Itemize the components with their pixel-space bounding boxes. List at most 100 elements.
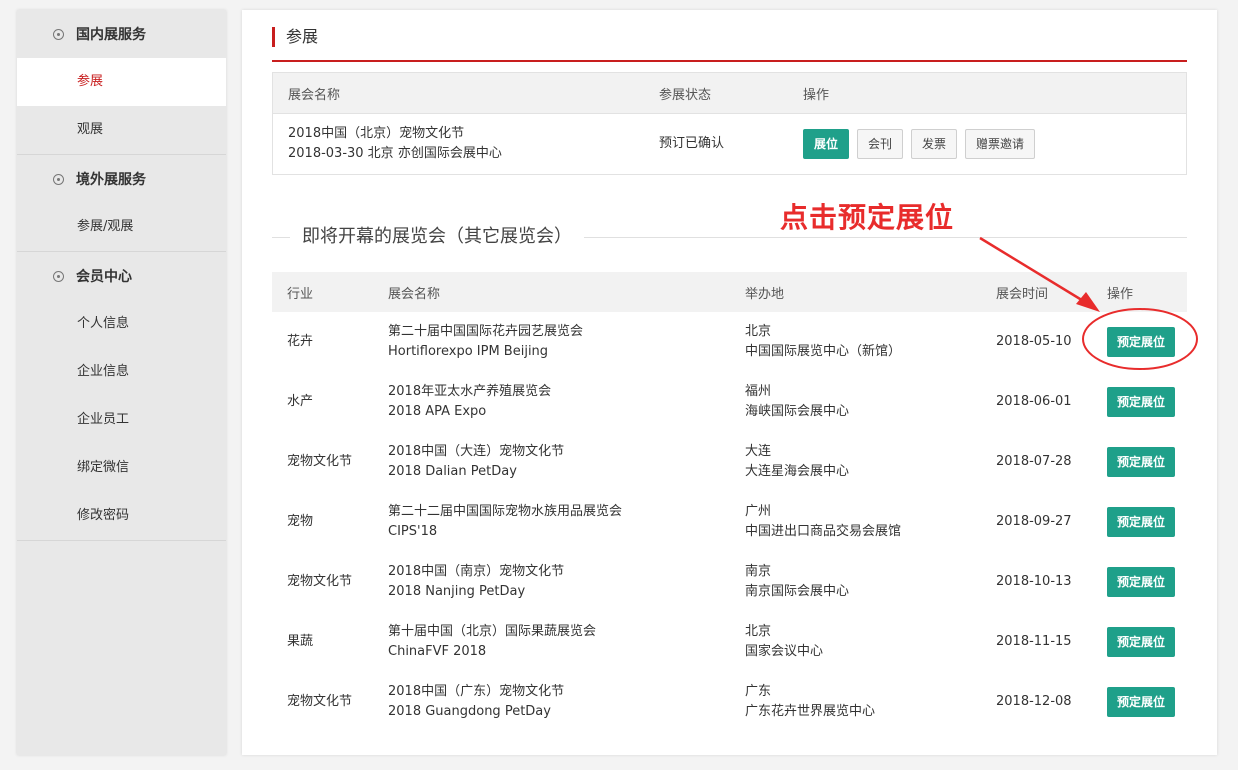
sidebar-item-visit[interactable]: 观展 [17,106,226,154]
venue: 海峡国际会展中心 [745,404,850,419]
catalog-button[interactable]: 会刊 [857,129,904,159]
action-cell: 预定展位 [1092,312,1187,372]
location-cell: 北京 国家会议中心 [730,612,981,672]
exhibit-name-cell: 2018中国（北京）宠物文化节 2018-03-30 北京 亦创国际会展中心 [272,113,644,175]
book-booth-button[interactable]: 预定展位 [1107,507,1175,537]
sidebar-item-overseas-exhibit[interactable]: 参展/观展 [17,203,226,251]
industry-cell: 果蔬 [287,634,314,649]
exhibit-date-location: 2018-03-30 北京 亦创国际会展中心 [288,146,502,161]
exhibition-name-cn: 2018中国（大连）宠物文化节 [388,444,565,459]
exhibition-name-cell: 2018中国（南京）宠物文化节 2018 Nanjing PetDay [373,552,730,612]
invoice-button[interactable]: 发票 [911,129,958,159]
table-row: 果蔬 第十届中国（北京）国际果蔬展览会 ChinaFVF 2018 北京 国家会议中心 2… [272,612,1187,672]
exhibition-name-cell: 2018中国（广东）宠物文化节 2018 Guangdong PetDay [373,672,730,732]
sidebar-head-label: 境外展服务 [76,172,146,188]
exhibition-name-en: CIPS'18 [388,524,438,539]
upcoming-title-text: 即将开幕的展览会（其它展览会） [290,226,584,248]
table-row: 2018中国（北京）宠物文化节 2018-03-30 北京 亦创国际会展中心 预… [272,113,1187,175]
sidebar-head-overseas[interactable]: 境外展服务 [17,155,226,203]
col-header-actions: 操作 [788,72,1187,114]
table-header-row: 展会名称 参展状态 操作 [272,72,1187,114]
my-exhibits-table: 展会名称 参展状态 操作 2018中国（北京）宠物文化节 2018-03-30 … [272,72,1187,175]
exhibition-name-en: 2018 Nanjing PetDay [388,584,526,599]
exhibition-name-cell: 第二十二届中国国际宠物水族用品展览会 CIPS'18 [373,492,730,552]
location-cell: 福州海峡国际会展中心 [730,372,981,432]
exhibition-name-en: 2018 Guangdong PetDay [388,704,551,719]
circle-dot-icon [53,28,64,40]
col-header-name: 展会名称 [373,272,730,312]
city: 南京 [745,564,772,579]
book-booth-button[interactable]: 预定展位 [1107,567,1175,597]
exhibition-name-cn: 2018中国（南京）宠物文化节 [388,564,565,579]
location-cell: 南京 南京国际会展中心 [730,552,981,612]
venue: 中国进出口商品交易会展馆 [745,524,902,539]
exhibition-name-cn: 第十届中国（北京）国际果蔬展览会 [388,624,597,639]
exhibition-name-cn: 第二十届中国国际花卉园艺展览会 [388,324,584,339]
book-booth-button[interactable]: 预定展位 [1107,687,1175,717]
ticket-invite-button[interactable]: 赠票邀请 [965,129,1036,159]
sidebar: 国内展服务 参展 观展 境外展服务 参展/观展 会员中心 个人信息 企业信息 企… [17,10,226,755]
book-booth-button[interactable]: 预定展位 [1107,327,1175,357]
exhibition-name-cn: 2018年亚太水产养殖展览会 [388,384,552,399]
annotation-text: 点击预定展位 [780,201,955,234]
circle-dot-icon [53,270,64,282]
exhibition-name-en: Hortiflorexpo IPM Beijing [388,344,549,359]
sidebar-section-domestic: 国内展服务 参展 观展 [17,10,226,155]
date-cell: 2018-10-13 [996,574,1072,589]
action-cell: 预定展位 [1092,492,1187,552]
title-accent-bar [272,27,275,47]
industry-cell: 宠物 [287,514,314,529]
venue: 国家会议中心 [745,644,824,659]
sidebar-section-member: 会员中心 个人信息 企业信息 企业员工 绑定微信 修改密码 [17,252,226,541]
date-cell: 2018-07-28 [996,454,1072,469]
exhibit-actions: 展位 会刊 发票 赠票邀请 [788,113,1187,175]
booth-button[interactable]: 展位 [803,129,850,159]
exhibition-name-en: 2018 Dalian PetDay [388,464,517,479]
table-row: 宠物 第二十二届中国国际宠物水族用品展览会 CIPS'18 广州中国进出口商品交易会展… [272,492,1187,552]
book-booth-button[interactable]: 预定展位 [1107,387,1175,417]
exhibition-name-cell: 第二十届中国国际花卉园艺展览会 Hortiflorexpo IPM Beijing [373,312,730,372]
venue: 中国国际展览中心（新馆） [745,344,902,359]
book-booth-button[interactable]: 预定展位 [1107,627,1175,657]
city: 广州 [745,504,772,519]
table-row: 宠物文化节 2018中国（广东）宠物文化节 2018 Guangdong PetDa… [272,672,1187,732]
table-row: 宠物文化节 2018中国（大连）宠物文化节 2018 Dalian PetDay 大连… [272,432,1187,492]
city: 福州 [745,384,772,399]
table-row: 花卉 第二十届中国国际花卉园艺展览会 Hortiflorexpo IPM Beiji… [272,312,1187,372]
city: 北京 [745,324,772,339]
sidebar-item-change-password[interactable]: 修改密码 [17,492,226,540]
date-cell: 2018-06-01 [996,394,1072,409]
city: 广东 [745,684,772,699]
table-row: 水产 2018年亚太水产养殖展览会 2018 APA Expo 福州 海峡国际会展中心 2… [272,372,1187,432]
date-cell: 2018-11-15 [996,634,1072,649]
industry-cell: 水产 [287,394,314,409]
industry-cell: 宠物文化节 [287,454,353,469]
sidebar-head-member[interactable]: 会员中心 [17,252,226,300]
exhibit-status: 预订已确认 [644,113,788,175]
upcoming-table: 行业 展会名称 举办地 展会时间 操作 花卉 第二十届中国国际花卉园艺展览会 Hor… [272,272,1187,732]
sidebar-item-personal-info[interactable]: 个人信息 [17,300,226,348]
action-cell: 预定展位 [1092,432,1187,492]
sidebar-head-domestic[interactable]: 国内展服务 [17,10,226,58]
exhibition-name-cell: 2018中国（大连）宠物文化节 2018 Dalian PetDay [373,432,730,492]
sidebar-item-exhibit[interactable]: 参展 [17,58,226,106]
exhibit-name: 2018中国（北京）宠物文化节 [288,126,465,141]
table-header-row: 行业 展会名称 举办地 展会时间 操作 [272,272,1187,312]
sidebar-item-company-staff[interactable]: 企业员工 [17,396,226,444]
location-cell: 大连 大连星海会展中心 [730,432,981,492]
section-title-text: 参展 [286,27,319,46]
col-header-location: 举办地 [730,272,981,312]
sidebar-item-company-info[interactable]: 企业信息 [17,348,226,396]
col-header-name: 展会名称 [272,72,644,114]
exhibition-name-cn: 第二十二届中国国际宠物水族用品展览会 [388,504,623,519]
exhibition-name-en: ChinaFVF 2018 [388,644,487,659]
action-cell: 预定展位 [1092,552,1187,612]
sidebar-item-bind-wechat[interactable]: 绑定微信 [17,444,226,492]
col-header-date: 展会时间 [981,272,1092,312]
book-booth-button[interactable]: 预定展位 [1107,447,1175,477]
action-cell: 预定展位 [1092,612,1187,672]
table-row: 宠物文化节 2018中国（南京）宠物文化节 2018 Nanjing PetDay 南… [272,552,1187,612]
circle-dot-icon [53,173,64,185]
industry-cell: 宠物文化节 [287,694,353,709]
exhibition-name-cn: 2018中国（广东）宠物文化节 [388,684,565,699]
